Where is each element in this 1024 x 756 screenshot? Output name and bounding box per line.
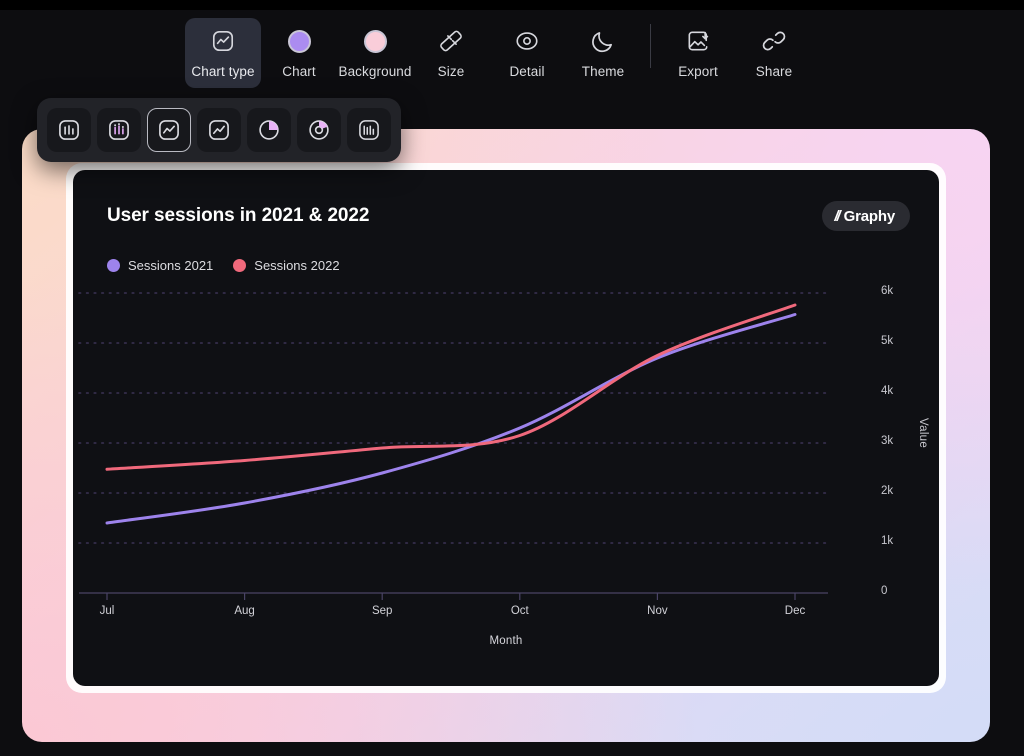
moon-icon (589, 27, 617, 55)
x-tick-label: Sep (371, 605, 393, 617)
chart-type-option-bar-chart-thin[interactable] (347, 108, 391, 152)
toolbar-item-theme[interactable]: Theme (565, 18, 641, 88)
line-chart-sharp-icon (209, 120, 229, 140)
line-chart-icon (209, 27, 237, 55)
x-axis-title: Month (489, 635, 523, 647)
toolbar-label-size: Size (437, 64, 465, 79)
column-chart-colored-icon (109, 120, 129, 140)
window-top-strip (0, 0, 1024, 10)
toolbar-item-export[interactable]: Export (660, 18, 736, 88)
x-tick-label: Nov (647, 605, 668, 617)
pink-circle-swatch-icon (361, 27, 389, 55)
chart-type-option-column-chart-colored[interactable] (97, 108, 141, 152)
toolbar-item-chart[interactable]: Chart (261, 18, 337, 88)
image-download-icon (684, 27, 712, 55)
series-line-sessions-2021 (105, 313, 797, 525)
y-tick-label: 5k (881, 335, 894, 347)
toolbar-divider (650, 24, 651, 68)
x-tick-label: Aug (234, 605, 255, 617)
toolbar-item-size[interactable]: Size (413, 18, 489, 88)
toolbar-item-share[interactable]: Share (736, 18, 812, 88)
toolbar-label-chart: Chart (282, 64, 316, 79)
x-tick-label: Jul (99, 605, 115, 617)
y-tick-label: 0 (881, 585, 888, 597)
toolbar-item-background[interactable]: Background (337, 18, 413, 88)
bar-chart-thin-icon (359, 120, 379, 140)
chart-card: User sessions in 2021 & 2022 // Graphy S… (73, 170, 939, 686)
toolbar-label-export: Export (678, 64, 718, 79)
toolbar-label-share: Share (755, 64, 793, 79)
line-chart-smooth-icon (159, 120, 179, 140)
bar-chart-icon (59, 120, 79, 140)
ruler-icon (437, 27, 465, 55)
donut-chart-icon (309, 120, 329, 140)
toolbar-item-detail[interactable]: Detail (489, 18, 565, 88)
y-tick-label: 4k (881, 385, 894, 397)
chart-type-option-donut-chart[interactable] (297, 108, 341, 152)
eye-target-icon (513, 27, 541, 55)
chart-type-menu (37, 98, 401, 162)
x-tick-label: Oct (510, 605, 529, 617)
chart-type-option-line-chart-sharp[interactable] (197, 108, 241, 152)
chart-type-option-line-chart-smooth[interactable] (147, 108, 191, 152)
y-tick-label: 1k (881, 535, 894, 547)
y-tick-label: 2k (881, 485, 894, 497)
y-tick-label: 3k (881, 435, 894, 447)
chart-type-option-pie-chart[interactable] (247, 108, 291, 152)
purple-circle-swatch-icon (285, 27, 313, 55)
y-tick-label: 6k (881, 285, 894, 297)
main-toolbar: Chart type Chart Background Size Detail … (185, 18, 812, 88)
series-line-sessions-2022 (105, 303, 797, 471)
toolbar-label-background: Background (338, 64, 412, 79)
chart-type-option-bar-chart[interactable] (47, 108, 91, 152)
toolbar-label-detail: Detail (509, 64, 545, 79)
y-axis-title: Value (917, 418, 929, 449)
toolbar-label-chart-type: Chart type (191, 64, 255, 79)
pie-chart-icon (259, 120, 279, 140)
toolbar-item-chart-type[interactable]: Chart type (185, 18, 261, 88)
toolbar-label-theme: Theme (581, 64, 625, 79)
link-chain-icon (760, 27, 788, 55)
x-tick-label: Dec (784, 605, 806, 617)
